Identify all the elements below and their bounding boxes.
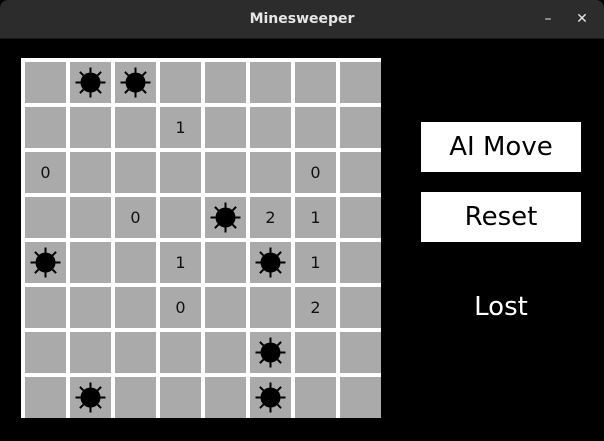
cell-hidden[interactable] (340, 62, 381, 103)
cell-hidden[interactable] (25, 197, 66, 238)
cell-revealed[interactable]: 0 (25, 152, 66, 193)
close-button[interactable]: ✕ (572, 9, 592, 29)
cell-hidden[interactable] (115, 332, 156, 373)
cell-hidden[interactable] (205, 332, 246, 373)
game-window: Minesweeper – ✕ 1000211102 AI Move Reset… (0, 0, 604, 441)
cell-revealed[interactable]: 0 (295, 152, 336, 193)
cell-revealed[interactable]: 1 (160, 107, 201, 148)
cell-mine[interactable] (205, 197, 246, 238)
cell-hidden[interactable] (160, 197, 201, 238)
cell-hidden[interactable] (70, 242, 111, 283)
cell-hidden[interactable] (205, 287, 246, 328)
cell-hidden[interactable] (25, 377, 66, 418)
cell-hidden[interactable] (160, 332, 201, 373)
cell-hidden[interactable] (340, 152, 381, 193)
cell-hidden[interactable] (340, 287, 381, 328)
cell-hidden[interactable] (250, 287, 291, 328)
cell-revealed[interactable]: 1 (295, 242, 336, 283)
cell-hidden[interactable] (70, 287, 111, 328)
cell-hidden[interactable] (160, 377, 201, 418)
cell-hidden[interactable] (340, 242, 381, 283)
cell-revealed[interactable]: 1 (160, 242, 201, 283)
cell-hidden[interactable] (70, 197, 111, 238)
window-title: Minesweeper (249, 11, 355, 27)
cell-mine[interactable] (70, 62, 111, 103)
cell-revealed[interactable]: 1 (295, 197, 336, 238)
cell-hidden[interactable] (205, 377, 246, 418)
cell-mine[interactable] (70, 377, 111, 418)
minimize-button[interactable]: – (538, 9, 558, 29)
cell-revealed[interactable]: 2 (295, 287, 336, 328)
cell-hidden[interactable] (115, 287, 156, 328)
cell-hidden[interactable] (295, 107, 336, 148)
cell-mine[interactable] (25, 242, 66, 283)
cell-hidden[interactable] (25, 287, 66, 328)
cell-hidden[interactable] (340, 107, 381, 148)
cell-hidden[interactable] (340, 197, 381, 238)
cell-hidden[interactable] (115, 242, 156, 283)
cell-hidden[interactable] (115, 377, 156, 418)
cell-hidden[interactable] (115, 107, 156, 148)
cell-hidden[interactable] (250, 152, 291, 193)
cell-hidden[interactable] (160, 62, 201, 103)
cell-hidden[interactable] (70, 332, 111, 373)
cell-hidden[interactable] (250, 107, 291, 148)
cell-hidden[interactable] (70, 152, 111, 193)
game-status-label: Lost (474, 292, 528, 322)
cell-mine[interactable] (250, 242, 291, 283)
cell-hidden[interactable] (205, 62, 246, 103)
cell-hidden[interactable] (25, 107, 66, 148)
ai-move-button[interactable]: AI Move (421, 122, 581, 172)
reset-button[interactable]: Reset (421, 192, 581, 242)
cell-revealed[interactable]: 0 (160, 287, 201, 328)
cell-hidden[interactable] (205, 152, 246, 193)
cell-hidden[interactable] (160, 152, 201, 193)
cell-mine[interactable] (250, 377, 291, 418)
cell-hidden[interactable] (295, 332, 336, 373)
cell-hidden[interactable] (25, 332, 66, 373)
cell-hidden[interactable] (115, 152, 156, 193)
cell-hidden[interactable] (295, 62, 336, 103)
cell-mine[interactable] (115, 62, 156, 103)
cell-hidden[interactable] (295, 377, 336, 418)
title-bar[interactable]: Minesweeper – ✕ (0, 0, 604, 39)
cell-hidden[interactable] (340, 377, 381, 418)
cell-mine[interactable] (250, 332, 291, 373)
cell-revealed[interactable]: 0 (115, 197, 156, 238)
cell-hidden[interactable] (25, 62, 66, 103)
minefield-board: 1000211102 (21, 58, 381, 418)
cell-hidden[interactable] (340, 332, 381, 373)
cell-hidden[interactable] (250, 62, 291, 103)
cell-hidden[interactable] (205, 242, 246, 283)
cell-hidden[interactable] (70, 107, 111, 148)
cell-hidden[interactable] (205, 107, 246, 148)
cell-revealed[interactable]: 2 (250, 197, 291, 238)
